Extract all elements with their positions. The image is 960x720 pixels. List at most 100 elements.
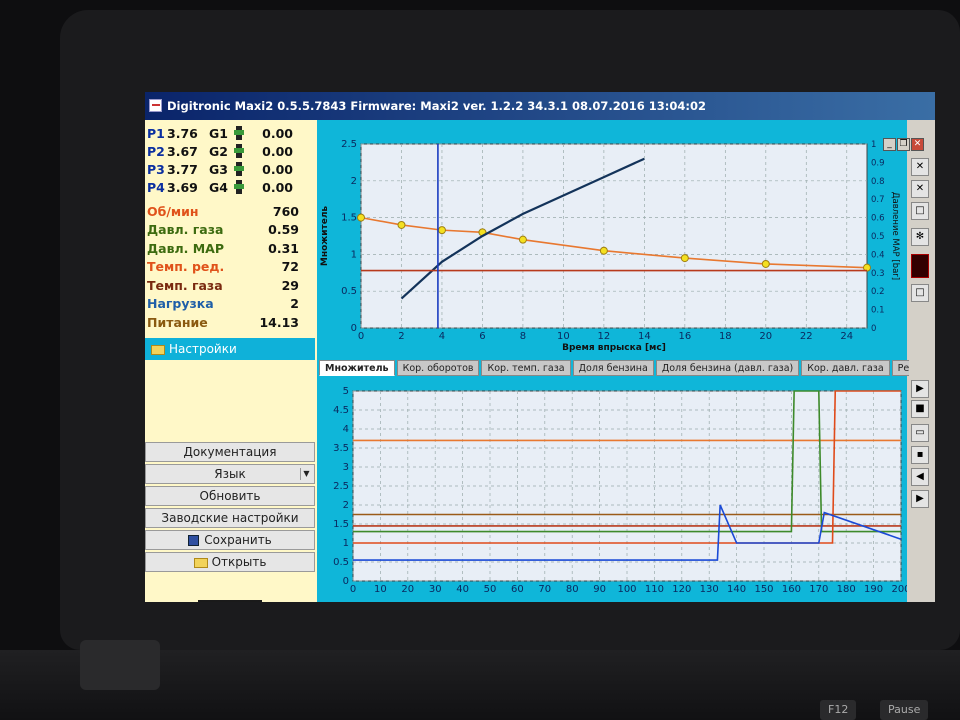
update-button[interactable]: Обновить [145,486,315,506]
update-label: Обновить [199,489,261,503]
folder-icon[interactable]: ▭ [911,424,929,442]
x-tick-label: 40 [456,584,469,595]
maximize-button[interactable]: ❐ [897,138,910,151]
gas-value: 0.00 [262,125,293,141]
param-value: 72 [281,259,299,275]
left-icon[interactable]: ◀ [911,468,929,486]
y2-axis-label: Давление MAP [bar] [890,192,900,280]
recorder-chart[interactable]: 0 10 20 30 40 50 60 70 80 90 100 110 120 130 140 150 160… [317,383,907,602]
y2-tick-label: 0.3 [871,269,885,279]
data-point [599,246,608,255]
x-tick-label: 10 [557,331,570,342]
y2-tick-label: 0.1 [871,306,885,316]
param-value: 0.59 [268,222,299,238]
close-icon[interactable]: ✕ [911,180,929,198]
floppy-icon[interactable]: ▪ [911,446,929,464]
param-row: Нагрузка 2 [145,295,317,314]
digit-icon[interactable] [911,254,929,278]
x-tick-label: 20 [401,584,414,595]
param-label: Об/мин [147,203,199,219]
param-row: Давл. MAP 0.31 [145,239,317,258]
x-tick-label: 4 [439,331,445,342]
y2-tick-label: 0.8 [871,177,885,187]
sensor-list: P1 3.76 G1 0.00 P2 3.67 G2 0.00 P3 3.77 G3 0.00 P4 3.… [145,124,317,196]
tab-5[interactable]: Кор. давл. газа [801,360,890,376]
pressure-label: P2 [147,143,165,159]
injector-icon [233,126,245,140]
tab-0[interactable]: Множитель [319,360,395,376]
pressure-value: 3.76 [167,125,198,141]
y-tick-label: 2.5 [341,139,357,150]
gas-label: G4 [209,179,228,195]
pressure-value: 3.69 [167,179,198,195]
chevron-down-icon[interactable]: ▼ [300,468,312,480]
tab-4[interactable]: Доля бензина (давл. газа) [655,360,800,376]
keyboard-key-f12: F12 [820,700,857,720]
tab-3[interactable]: Доля бензина [572,360,654,376]
x-tick-label: 110 [645,584,664,595]
pressure-value: 3.67 [167,143,198,159]
x-tick-label: 30 [429,584,442,595]
x-tick-label: 180 [837,584,856,595]
multiplier-chart[interactable]: 0 2 4 6 8 10 12 14 16 18 20 22 2400.511.522.500.10.2… [317,138,907,358]
folder-icon [193,558,208,568]
x-tick-label: 16 [678,331,691,342]
x-tick-label: 22 [800,331,813,342]
pressure-label: P3 [147,161,165,177]
x-tick-label: 190 [864,584,883,595]
y-tick-label: 1.5 [341,213,357,224]
settings-button[interactable]: Настройки [145,338,315,360]
x-tick-label: 60 [511,584,524,595]
stop-icon[interactable]: ■ [911,400,929,418]
x-tick-label: 10 [374,584,387,595]
y-axis-label: Множитель [320,206,330,267]
tab-2[interactable]: Кор. темп. газа [481,360,571,376]
square-icon[interactable]: □ [911,202,929,220]
snowflake-icon[interactable]: ✻ [911,228,929,246]
folder-icon [151,345,165,355]
save-button[interactable]: Сохранить [145,530,315,550]
param-row: Давл. газа 0.59 [145,221,317,240]
tab-1[interactable]: Кор. оборотов [396,360,480,376]
injector-icon [233,144,245,158]
right-icon[interactable]: ▶ [911,490,929,508]
window-title: Digitronic Maxi2 0.5.5.7843 Firmware: Ma… [167,99,707,113]
sensor-row: P2 3.67 G2 0.00 [145,142,317,160]
x-tick-label: 200 [891,584,907,595]
y-tick-label: 0 [351,323,357,334]
language-dropdown[interactable]: Язык ▼ [145,464,315,484]
connection-status [198,600,262,602]
y-tick-label: 4 [343,424,349,435]
x-tick-label: 24 [840,331,853,342]
injector-icon [233,162,245,176]
close-button[interactable]: ✕ [911,138,924,151]
close-icon[interactable]: ✕ [911,158,929,176]
param-label: Темп. ред. [147,259,225,275]
y-tick-label: 0 [343,576,349,587]
param-row: Темп. газа 29 [145,276,317,295]
injector-icon [233,180,245,194]
data-point [680,254,689,263]
y2-tick-label: 0.6 [871,214,885,224]
play-icon[interactable]: ▶ [911,380,929,398]
param-row: Питание 14.13 [145,313,317,332]
save-label: Сохранить [204,533,272,547]
open-button[interactable]: Открыть [145,552,315,572]
gas-value: 0.00 [262,179,293,195]
minimize-button[interactable]: _ [883,138,896,151]
x-tick-label: 100 [617,584,636,595]
square-icon[interactable]: □ [911,284,929,302]
gas-label: G1 [209,125,228,141]
documentation-button[interactable]: Документация [145,442,315,462]
param-row: Темп. ред. 72 [145,258,317,277]
param-label: Давл. газа [147,222,224,238]
param-value: 2 [290,296,299,312]
x-tick-label: 0 [358,331,364,342]
sensor-row: P3 3.77 G3 0.00 [145,160,317,178]
y-tick-label: 2 [343,500,349,511]
minimize-icon: _ [887,139,892,149]
factory-settings-button[interactable]: Заводские настройки [145,508,315,528]
y2-tick-label: 1 [871,140,876,150]
x-tick-label: 2 [398,331,404,342]
sensor-row: P1 3.76 G1 0.00 [145,124,317,142]
